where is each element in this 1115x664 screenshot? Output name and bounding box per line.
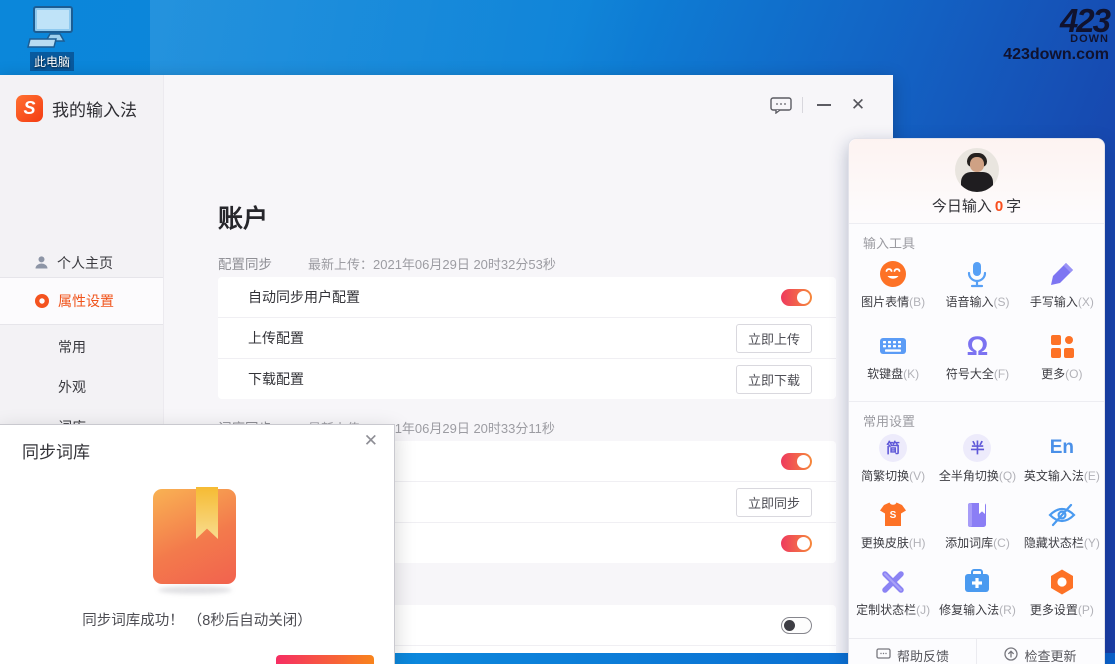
panel-item-handwriting[interactable]: 手写输入(X) [1020,257,1104,321]
eye-off-icon [1047,498,1077,532]
update-icon [1004,647,1019,664]
feedback-icon [876,647,891,664]
setting-row: 下载配置 立即下载 [218,358,836,399]
group-label-common-settings: 常用设置 [863,414,916,429]
close-button[interactable]: ✕ [841,91,875,119]
auto-sync-lexicon-toggle[interactable] [781,452,812,470]
more-grid-icon [1048,329,1076,363]
quick-tool-panel: 今日输入 0 字 输入工具 图片表情(B) 语音输入(S) 手写输入(X) 软键… [848,138,1105,664]
watermark-logo-sub: DOWN [1070,33,1109,45]
watermark-site: 423down.com [1003,46,1109,63]
row-label: 上传配置 [248,330,304,346]
lexicon-book-icon [153,489,236,584]
row-label: 自动同步用户配置 [248,289,360,305]
app-title: 我的输入法 [52,101,137,120]
screen: 此电脑 423 DOWN 423down.com ✕ S 我的输入法 个人主页 … [0,0,1115,664]
section-header-config-sync: 配置同步 最新上传：2021年06月29日 20时32分53秒 [218,253,556,273]
panel-item-emoji[interactable]: 图片表情(B) [851,257,935,321]
panel-item-more-tools[interactable]: 更多(O) [1020,329,1104,393]
panel-item-english-ime[interactable]: En 英文输入法(E) [1020,431,1104,495]
panel-footer: 帮助反馈 检查更新 [849,638,1104,664]
panel-item-repair-ime[interactable]: 修复输入法(R) [935,565,1019,629]
feedback-bubble-icon[interactable] [764,91,798,119]
today-input-stat: 今日输入 0 字 [931,198,1022,215]
panel-item-voice[interactable]: 语音输入(S) [935,257,1019,321]
ban-badge-icon: 半 [963,434,992,462]
sidebar-item-label: 常用 [58,339,86,355]
desktop-icon-label: 此电脑 [29,52,74,71]
sidebar-item-label: 外观 [58,379,86,395]
panel-item-hide-statusbar[interactable]: 隐藏状态栏(Y) [1020,498,1104,562]
option-toggle-off[interactable] [781,616,812,634]
dialog-close-icon[interactable]: ✕ [358,429,384,453]
svg-text:S: S [890,510,897,521]
help-feedback-button[interactable]: 帮助反馈 [849,639,976,664]
panel-item-add-lexicon[interactable]: 添加词库(C) [935,498,1019,562]
wallpaper-light-streak [150,0,910,78]
computer-icon [14,6,90,50]
emoji-icon [878,257,908,291]
dialog-title: 同步词库 [22,443,90,462]
panel-item-customize-statusbar[interactable]: 定制状态栏(J) [851,565,935,629]
app-logo-row: S 我的输入法 [16,95,137,122]
person-icon [34,255,49,270]
section-label: 配置同步 [218,257,272,272]
panel-header: 今日输入 0 字 [849,139,1104,223]
nut-icon [1048,565,1076,599]
setting-row: 上传配置 立即上传 [218,317,836,358]
tshirt-icon: S [878,498,908,532]
today-count: 0 [994,198,1004,215]
setting-row: 自动同步用户配置 [218,277,836,317]
gear-icon [34,293,50,309]
dialog-confirm-button[interactable] [276,655,374,664]
watermark: 423 DOWN 423down.com [979,4,1111,63]
download-config-button[interactable]: 立即下载 [736,364,812,394]
microphone-icon [962,257,992,291]
sync-now-button[interactable]: 立即同步 [736,487,812,517]
sidebar-item-settings[interactable]: 属性设置 [0,278,163,324]
sidebar-item-label: 个人主页 [57,254,113,271]
panel-divider [849,223,1104,224]
sidebar-item-appearance[interactable]: 外观 [0,373,221,401]
firstaid-icon [962,565,992,599]
auto-sync-config-toggle[interactable] [781,288,812,306]
book-shadow [158,586,232,594]
sidebar-item-home[interactable]: 个人主页 [0,248,163,277]
panel-item-softkeyboard[interactable]: 软键盘(K) [851,329,935,393]
minimize-button[interactable] [807,91,841,119]
panel-item-change-skin[interactable]: S 更换皮肤(H) [851,498,935,562]
desktop-icon-this-pc[interactable]: 此电脑 [14,6,90,71]
panel-item-simplified-traditional[interactable]: 简 简繁切换(V) [851,431,935,495]
sync-lexicon-dialog: 同步词库 ✕ 同步词库成功！ （8秒后自动关闭） [0,424,395,664]
panel-divider [849,401,1104,402]
tools-icon [878,565,908,599]
panel-item-more-settings[interactable]: 更多设置(P) [1020,565,1104,629]
group-label-input-tools: 输入工具 [863,236,916,251]
row-label: 下载配置 [248,371,304,387]
sidebar-divider [0,324,163,325]
upload-config-button[interactable]: 立即上传 [736,323,812,353]
config-sync-card: 自动同步用户配置 上传配置 立即上传 下载配置 立即下载 [218,277,836,399]
keyboard-icon [878,329,908,363]
section-meta: 最新上传：2021年06月29日 20时32分53秒 [308,257,556,272]
pencil-icon [1047,257,1077,291]
panel-item-symbols[interactable]: Ω 符号大全(F) [935,329,1019,393]
dialog-message: 同步词库成功！ （8秒后自动关闭） [82,613,312,629]
en-icon: En [1049,437,1074,458]
lexicon-option-toggle[interactable] [781,534,812,552]
sidebar-item-common[interactable]: 常用 [0,333,221,361]
jian-badge-icon: 简 [879,434,908,462]
book-icon [963,498,991,532]
avatar[interactable] [955,148,999,192]
sogou-logo-icon: S [16,95,43,122]
page-title: 账户 [218,205,269,233]
omega-icon: Ω [966,330,989,361]
panel-item-fullhalf-width[interactable]: 半 全半角切换(Q) [935,431,1019,495]
titlebar-separator [802,97,803,113]
sidebar-item-label: 属性设置 [58,293,114,309]
check-update-button[interactable]: 检查更新 [976,639,1104,664]
